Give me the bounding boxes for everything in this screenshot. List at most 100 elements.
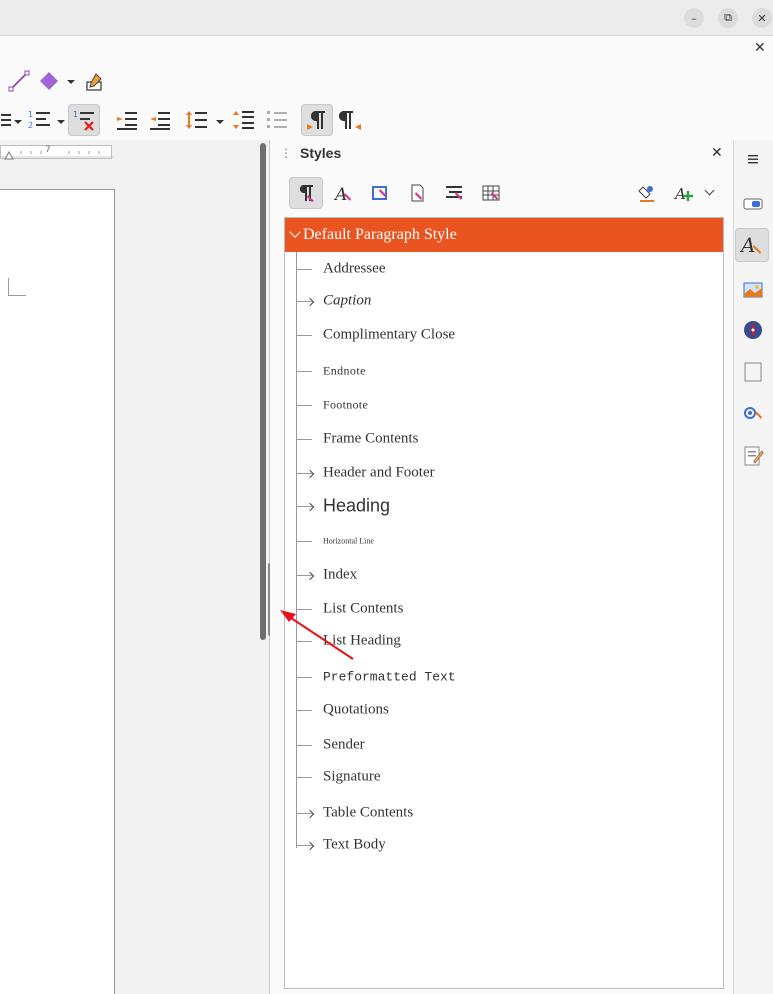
insert-chart-button[interactable]: [80, 68, 108, 96]
chevron-down-icon[interactable]: [67, 80, 75, 84]
table-styles-button[interactable]: [475, 178, 507, 208]
style-label: Signature: [323, 768, 381, 785]
close-window-button[interactable]: ✕: [752, 8, 772, 28]
style-item[interactable]: Quotations: [285, 695, 723, 725]
tree-branch-line: [296, 405, 312, 406]
tab-page[interactable]: [740, 359, 766, 385]
character-styles-button[interactable]: A: [327, 178, 359, 208]
style-item[interactable]: Footnote: [285, 390, 723, 420]
restore-button[interactable]: ⧉: [718, 8, 738, 28]
chevron-right-icon[interactable]: [305, 297, 315, 307]
document-page[interactable]: [0, 189, 115, 994]
vertical-scrollbar[interactable]: [260, 143, 266, 640]
chevron-right-icon[interactable]: [305, 571, 315, 581]
page-styles-button[interactable]: [401, 178, 433, 208]
style-label: Footnote: [323, 397, 369, 412]
increase-indent-button[interactable]: [113, 106, 141, 134]
tab-navigator[interactable]: [740, 317, 766, 343]
tree-branch-line: [296, 541, 312, 542]
restore-icon: ⧉: [724, 11, 732, 24]
paragraph-styles-button[interactable]: [289, 177, 323, 209]
style-item[interactable]: Preformatted Text: [285, 662, 723, 692]
style-label: Default Paragraph Style: [303, 226, 457, 243]
chevron-down-icon[interactable]: [14, 120, 22, 124]
style-item[interactable]: Sender: [285, 730, 723, 760]
basic-shapes-button[interactable]: [36, 68, 62, 94]
svg-text:1: 1: [73, 110, 78, 119]
tab-styles[interactable]: A: [735, 228, 769, 262]
numbered-list-icon: 12: [28, 110, 50, 130]
no-list-button[interactable]: 1: [68, 104, 100, 136]
style-item[interactable]: Complimentary Close: [285, 320, 723, 350]
svg-text:1: 1: [28, 110, 33, 119]
style-label: Endnote: [323, 363, 366, 378]
svg-text:A: A: [740, 233, 755, 257]
close-document-button[interactable]: ✕: [754, 40, 766, 56]
table-style-icon: [482, 185, 500, 201]
new-style-from-selection-button[interactable]: A: [668, 178, 700, 208]
chevron-right-icon[interactable]: [305, 502, 315, 512]
sidebar-menu-button[interactable]: [740, 146, 766, 172]
style-item[interactable]: Index: [285, 560, 723, 590]
chevron-right-icon[interactable]: [305, 809, 315, 819]
style-item[interactable]: Heading: [285, 491, 723, 521]
indent-increase-icon: [117, 112, 137, 130]
style-item[interactable]: Endnote: [285, 356, 723, 386]
close-icon: ✕: [757, 11, 767, 25]
diamond-icon: [40, 72, 58, 90]
pilcrow-icon: [307, 111, 325, 130]
tree-branch-line: [296, 777, 312, 778]
chevron-down-icon: [289, 226, 301, 238]
style-item[interactable]: Signature: [285, 762, 723, 792]
tab-properties[interactable]: [740, 191, 766, 217]
list-styles-button[interactable]: [438, 178, 470, 208]
style-label: Header and Footer: [323, 464, 435, 481]
style-item-selected[interactable]: Default Paragraph Style: [285, 218, 723, 252]
hamburger-menu-icon: [748, 155, 758, 164]
line-spacing-button[interactable]: [183, 106, 211, 134]
tab-manage-changes[interactable]: [740, 443, 766, 469]
tab-style-inspector[interactable]: [740, 401, 766, 427]
style-item[interactable]: Frame Contents: [285, 424, 723, 454]
page-style-icon: [411, 184, 424, 202]
inspector-icon: [744, 407, 762, 419]
properties-toggle-icon: [743, 198, 763, 210]
chevron-down-icon[interactable]: [216, 120, 224, 124]
chevron-right-icon[interactable]: [305, 841, 315, 851]
ordered-list-button[interactable]: 12: [26, 106, 54, 134]
formatting-marks-button[interactable]: [301, 104, 333, 136]
minimize-button[interactable]: –: [684, 8, 704, 28]
text-boundary-marker: [8, 278, 26, 296]
tab-gallery[interactable]: [740, 277, 766, 303]
paint-bucket-icon: [638, 186, 654, 202]
style-item[interactable]: Addressee: [285, 254, 723, 284]
deck-grip-icon[interactable]: ⋮: [280, 146, 292, 160]
style-item[interactable]: Header and Footer: [285, 458, 723, 488]
tree-branch-line: [296, 371, 312, 372]
tree-branch-line: [296, 745, 312, 746]
decrease-indent-button[interactable]: [146, 106, 174, 134]
style-item[interactable]: Caption: [285, 286, 723, 316]
line-tool-button[interactable]: [6, 68, 32, 94]
style-label: Quotations: [323, 701, 389, 718]
list-spacing-button[interactable]: [263, 106, 291, 134]
horizontal-ruler[interactable]: 7: [0, 145, 113, 160]
chevron-right-icon[interactable]: [305, 469, 315, 479]
drawing-toolbar: [0, 64, 270, 98]
paragraph-direction-button[interactable]: [337, 106, 365, 134]
fill-format-mode-button[interactable]: [631, 178, 663, 208]
style-item[interactable]: Text Body: [285, 830, 723, 860]
frame-styles-button[interactable]: [364, 178, 396, 208]
ruler-mark-label: 7: [45, 145, 51, 155]
frame-style-icon: [372, 186, 387, 200]
pencil-ruler-icon: [86, 73, 102, 91]
page-icon: [744, 362, 762, 382]
unordered-list-button[interactable]: [0, 108, 14, 132]
deck-close-button[interactable]: ✕: [711, 145, 723, 161]
paragraph-spacing-button[interactable]: [230, 106, 258, 134]
tree-branch-line: [296, 335, 312, 336]
chevron-down-icon[interactable]: [57, 120, 65, 124]
style-item[interactable]: Table Contents: [285, 798, 723, 828]
style-item[interactable]: Horizontal Line: [285, 526, 723, 556]
compass-icon: [744, 321, 762, 339]
